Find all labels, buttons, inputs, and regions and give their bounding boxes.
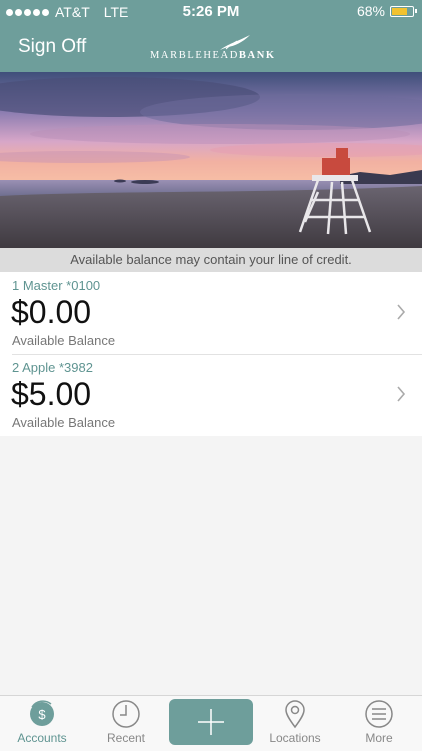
chevron-right-icon	[397, 304, 406, 320]
menu-icon	[365, 700, 393, 728]
nav-bar: Sign Off MARBLEHEADBANK	[0, 24, 422, 72]
account-row[interactable]: 1 Master *0100 $0.00 Available Balance	[0, 272, 422, 354]
account-balance: $5.00	[11, 376, 92, 412]
tab-label: Locations	[269, 731, 321, 745]
tab-label: More	[365, 731, 393, 745]
tab-more[interactable]: More	[337, 696, 421, 751]
sign-off-button[interactable]: Sign Off	[18, 36, 86, 58]
tab-locations[interactable]: Locations	[253, 696, 337, 751]
account-name: 1 Master *0100	[12, 278, 101, 293]
dollar-icon: $	[30, 700, 54, 726]
brand-name: MARBLEHEAD	[150, 50, 239, 61]
credit-notice: Available balance may contain your line …	[0, 248, 422, 272]
add-button[interactable]	[169, 699, 253, 745]
hero-beach-image	[0, 72, 422, 248]
clock-icon	[112, 700, 140, 728]
account-name: 2 Apple *3982	[12, 360, 93, 375]
svg-text:$: $	[38, 707, 46, 722]
map-pin-icon	[285, 700, 305, 729]
status-right: 68%	[356, 3, 417, 19]
account-row[interactable]: 2 Apple *3982 $5.00 Available Balance	[0, 354, 422, 436]
status-bar: AT&T LTE 5:26 PM 68%	[0, 0, 422, 24]
battery-icon	[390, 5, 417, 17]
bank-logo: MARBLEHEADBANK	[150, 35, 280, 64]
battery-percent: 68%	[356, 3, 385, 19]
balance-label: Available Balance	[12, 415, 116, 430]
tab-accounts[interactable]: $ Accounts	[0, 696, 84, 751]
chevron-right-icon	[397, 386, 406, 402]
balance-label: Available Balance	[12, 333, 116, 348]
account-balance: $0.00	[11, 294, 92, 330]
brand-bank: BANK	[238, 50, 276, 61]
account-list: 1 Master *0100 $0.00 Available Balance 2…	[0, 272, 422, 436]
plus-icon	[198, 709, 224, 735]
tab-label: Recent	[106, 731, 146, 745]
tab-label: Accounts	[17, 731, 67, 745]
tab-bar: $ Accounts Recent Locations More	[0, 695, 422, 751]
tab-recent[interactable]: Recent	[84, 696, 168, 751]
